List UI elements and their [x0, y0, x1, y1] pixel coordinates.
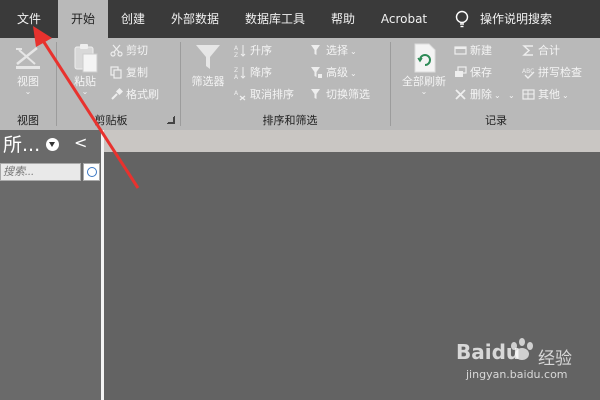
annotation-arrow-icon — [33, 26, 140, 189]
